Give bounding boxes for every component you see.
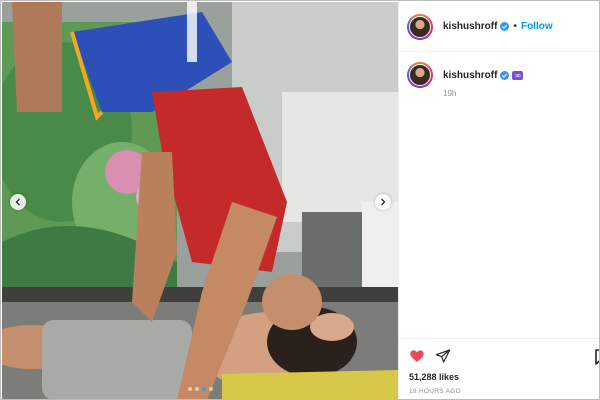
post-timestamp[interactable]: 19 HOURS AGO: [409, 388, 461, 395]
post-side-panel: kishushroff • Follow kishushroff ∞ 19h 5…: [398, 2, 600, 399]
caption-timestamp[interactable]: 19h: [443, 89, 456, 98]
caption: kishushroff ∞: [407, 62, 524, 88]
avatar[interactable]: [407, 13, 433, 40]
carousel-dot: [208, 387, 213, 391]
verified-badge-icon: [500, 22, 510, 31]
username-link[interactable]: kishushroff: [443, 21, 497, 32]
post-actions: 51,288 likes 19 HOURS AGO: [399, 338, 600, 399]
heart-icon[interactable]: [409, 348, 425, 364]
post-photo: [2, 2, 398, 399]
paper-plane-icon[interactable]: [435, 348, 451, 364]
post-media[interactable]: [2, 2, 398, 399]
caption-avatar[interactable]: [407, 62, 433, 88]
instagram-post-modal: kishushroff • Follow kishushroff ∞ 19h 5…: [0, 0, 600, 400]
carousel-dot: [194, 387, 199, 391]
caption-username-link[interactable]: kishushroff: [443, 70, 497, 81]
likes-count[interactable]: 51,288 likes: [409, 372, 459, 382]
post-header: kishushroff • Follow: [399, 2, 599, 52]
chevron-left-icon: [15, 198, 20, 206]
carousel-prev-button[interactable]: [10, 194, 26, 210]
avatar-image: [409, 15, 431, 38]
verified-badge-icon: [500, 70, 510, 80]
avatar-image: [409, 64, 431, 86]
bookmark-icon[interactable]: [595, 349, 600, 365]
follow-button[interactable]: Follow: [521, 21, 553, 32]
infinity-emoji: ∞: [512, 70, 524, 80]
action-icon-row: [409, 348, 451, 364]
carousel-dot: [187, 387, 192, 391]
carousel-next-button[interactable]: [375, 194, 391, 210]
carousel-indicator: [2, 387, 398, 391]
chevron-right-icon: [381, 198, 386, 206]
carousel-dot-active: [201, 387, 206, 391]
header-separator: •: [513, 21, 517, 32]
